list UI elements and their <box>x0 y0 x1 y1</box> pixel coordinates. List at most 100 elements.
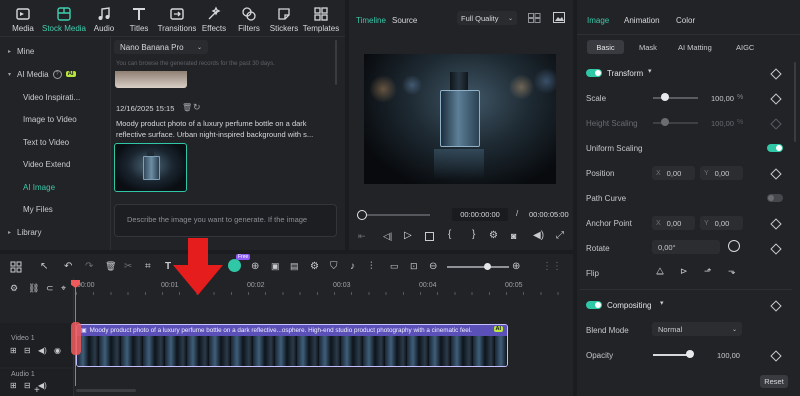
audio-mixer-icon[interactable]: ⫶ <box>370 261 382 273</box>
tab-timeline[interactable]: Timeline <box>356 16 386 25</box>
video-track-mute-icon[interactable]: ◀) <box>38 346 47 355</box>
snapshot-image-icon[interactable] <box>553 12 565 23</box>
link-icon[interactable]: ⛓ <box>28 283 39 294</box>
video-track-lock-icon[interactable]: ⊟ <box>24 346 31 355</box>
toolbar-effects[interactable]: Effects <box>194 2 234 34</box>
tab-color[interactable]: Color <box>676 16 695 25</box>
toolbar-filters[interactable]: Filters <box>229 2 269 34</box>
zoom-out-icon[interactable]: ⊖ <box>429 261 441 273</box>
anchor-y-field[interactable]: Y 0,00 <box>700 216 743 230</box>
inspector-scrollbar[interactable] <box>794 62 796 142</box>
zoom-slider-track[interactable] <box>447 266 509 268</box>
scale-value[interactable]: 100,00 <box>711 94 734 103</box>
screen-capture-icon[interactable]: ⊡ <box>410 261 422 273</box>
toolbar-media[interactable]: Media <box>3 2 43 34</box>
help-icon[interactable]: ? <box>52 69 62 79</box>
scrubber-knob[interactable] <box>357 210 367 220</box>
sidebar-item-ai-media[interactable]: ▾ AI Media ? AI <box>0 64 110 84</box>
audio-track-add-icon[interactable]: ⊞ <box>10 381 17 390</box>
flip-horizontal-icon[interactable]: ⧋ <box>656 266 664 277</box>
generated-image-thumb[interactable] <box>114 143 187 192</box>
shield-icon[interactable]: ⛉ <box>330 261 342 273</box>
reset-button[interactable]: Reset <box>760 375 788 388</box>
subtitle-icon[interactable]: ▭ <box>390 261 402 273</box>
sync-icon[interactable]: ⊕ <box>251 261 263 273</box>
step-back-icon[interactable]: ◁| <box>383 231 392 242</box>
toolbar-templates[interactable]: Templates <box>301 2 341 34</box>
camera-icon[interactable]: ◙ <box>511 231 516 241</box>
media-scrollbar[interactable] <box>335 40 337 85</box>
redo-icon[interactable]: ↷ <box>85 261 97 273</box>
zoom-slider-knob[interactable] <box>484 263 491 270</box>
tab-source[interactable]: Source <box>392 16 417 25</box>
mark-out-icon[interactable]: } <box>472 229 475 240</box>
toolbar-titles[interactable]: Titles <box>119 2 159 34</box>
compositing-toggle[interactable] <box>586 301 602 309</box>
collapse-icon[interactable]: ▾ <box>660 299 664 307</box>
path-curve-toggle[interactable] <box>767 194 783 202</box>
image-edit-icon[interactable]: ▣ <box>271 261 283 273</box>
rotate-field[interactable]: 0,00° <box>652 240 720 254</box>
prev-frame-icon[interactable]: ⇤ <box>358 231 366 242</box>
previous-image-thumb[interactable] <box>115 71 187 88</box>
tab-animation[interactable]: Animation <box>624 16 660 25</box>
add-track-settings-icon[interactable]: ⚙ <box>10 283 18 294</box>
anchor-x-field[interactable]: X 0,00 <box>652 216 695 230</box>
video-track-add-icon[interactable]: ⊞ <box>10 346 17 355</box>
track-layout-icon[interactable]: ⋮⋮ <box>542 261 562 273</box>
subtab-ai-matting[interactable]: AI Matting <box>678 43 712 52</box>
magnet-icon[interactable]: ⊂ <box>46 283 54 294</box>
zoom-in-icon[interactable]: ⊕ <box>512 261 524 273</box>
select-tool-icon[interactable]: ↖ <box>40 261 52 273</box>
fullscreen-icon[interactable]: ⤢ <box>556 230 564 241</box>
transform-toggle[interactable] <box>586 69 602 77</box>
rotate-right-icon[interactable]: ⬎ <box>728 266 736 277</box>
position-y-field[interactable]: Y 0,00 <box>700 166 743 180</box>
current-time-field[interactable]: 00:00:00:00 <box>452 208 508 221</box>
microphone-icon[interactable]: ♪ <box>350 261 362 273</box>
volume-icon[interactable]: ◀) <box>533 230 544 241</box>
crop-icon[interactable]: ⌗ <box>145 261 157 273</box>
sticker-tool-icon[interactable]: ▤ <box>290 261 302 273</box>
tab-image[interactable]: Image <box>587 16 609 25</box>
preview-canvas[interactable] <box>364 54 556 184</box>
delete-icon[interactable]: 🗑 <box>105 261 117 273</box>
subtab-mask[interactable]: Mask <box>639 43 657 52</box>
toolbar-transitions[interactable]: Transitions <box>157 2 197 34</box>
opacity-slider-knob[interactable] <box>686 350 694 358</box>
ai-tool-icon[interactable] <box>228 259 241 272</box>
model-select[interactable]: Nano Banana Pro ⌄ <box>114 40 208 54</box>
split-icon[interactable]: ✂ <box>124 261 136 273</box>
opacity-value[interactable]: 100,00 <box>717 351 740 360</box>
prompt-input-box[interactable]: Describe the image you want to generate.… <box>114 204 337 237</box>
playback-scrubber[interactable] <box>360 214 430 216</box>
position-x-field[interactable]: X 0,00 <box>652 166 695 180</box>
subtab-aigc[interactable]: AIGC <box>736 43 754 52</box>
blend-mode-select[interactable]: Normal ⌄ <box>652 322 742 336</box>
rotate-dial-icon[interactable] <box>728 240 740 252</box>
delete-icon[interactable]: 🗑 <box>182 103 192 112</box>
audio-track-lock-icon[interactable]: ⊟ <box>24 381 31 390</box>
video-track-eye-icon[interactable]: ◉ <box>54 346 61 355</box>
toolbar-stickers[interactable]: Stickers <box>264 2 304 34</box>
subtab-basic[interactable]: Basic <box>587 40 624 54</box>
undo-icon[interactable]: ↶ <box>64 261 76 273</box>
mark-in-icon[interactable]: { <box>448 229 451 240</box>
timeline-hscrollbar[interactable] <box>76 389 136 392</box>
scale-slider-track[interactable] <box>653 97 698 99</box>
flip-vertical-icon[interactable]: ⊳ <box>680 266 688 277</box>
layout-grid-icon[interactable] <box>10 261 22 273</box>
scale-slider-knob[interactable] <box>661 93 669 101</box>
play-icon[interactable]: ▷ <box>404 230 412 241</box>
grid-view-icon[interactable] <box>528 13 541 23</box>
timeline-clip[interactable]: ▣ Moody product photo of a luxury perfum… <box>76 324 508 367</box>
marker-icon[interactable]: ⌖ <box>61 283 66 294</box>
opacity-slider-track[interactable] <box>653 354 690 356</box>
toolbar-stock-media[interactable]: Stock Media <box>41 2 87 34</box>
rotate-left-icon[interactable]: ⬏ <box>704 266 712 277</box>
sidebar-item-image-to-video[interactable]: Image to Video <box>0 109 133 129</box>
add-track-icon[interactable]: + <box>34 385 40 396</box>
quality-select[interactable]: Full Quality ⌄ <box>457 11 517 25</box>
stop-icon[interactable] <box>425 232 434 241</box>
sidebar-item-video-inspiration[interactable]: Video Inspirati... <box>0 87 133 107</box>
